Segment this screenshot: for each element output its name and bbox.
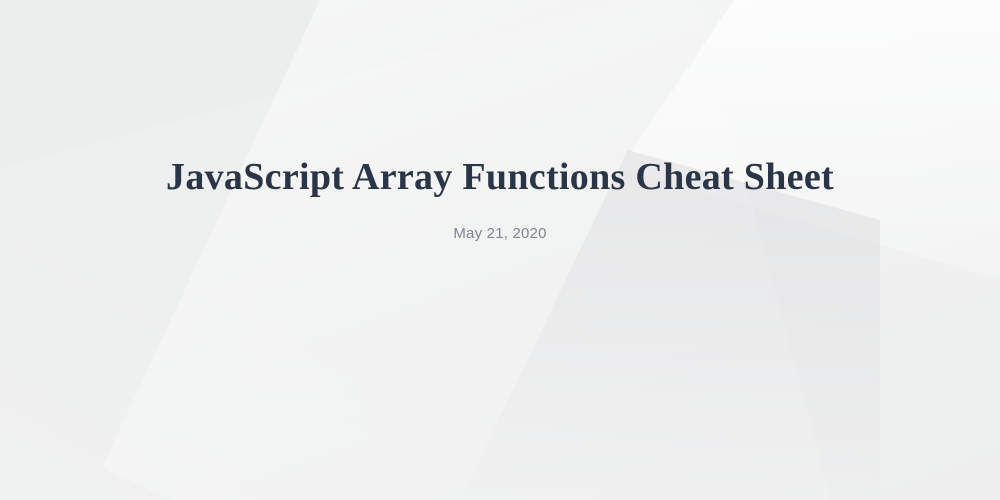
header-content: JavaScript Array Functions Cheat Sheet M… bbox=[0, 0, 1000, 500]
page-title: JavaScript Array Functions Cheat Sheet bbox=[166, 155, 834, 199]
publish-date: May 21, 2020 bbox=[453, 225, 546, 242]
